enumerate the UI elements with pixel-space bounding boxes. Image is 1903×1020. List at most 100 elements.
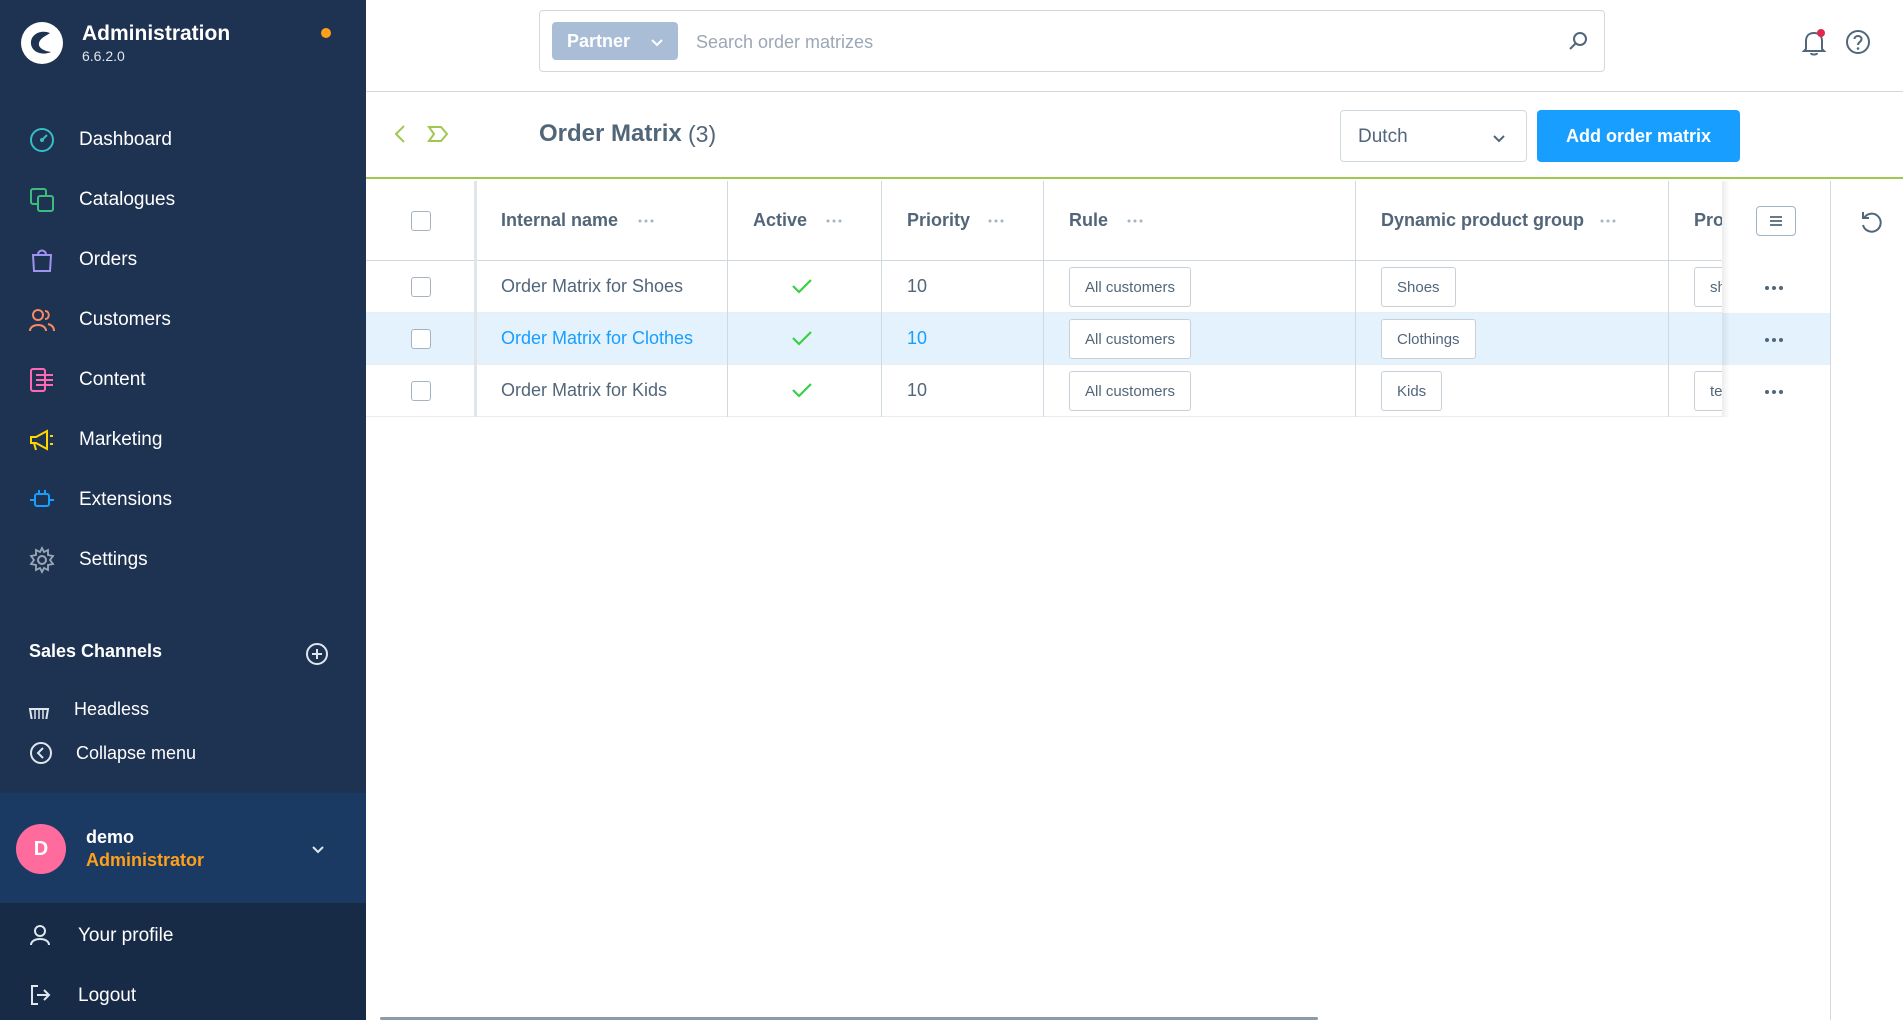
- column-menu-icon[interactable]: [1126, 212, 1144, 230]
- cell-priority: 10: [907, 380, 928, 400]
- sidebar-item-settings[interactable]: Settings: [0, 530, 366, 590]
- customers-icon: [29, 309, 55, 332]
- column-header-rule[interactable]: Rule: [1069, 210, 1108, 231]
- column-menu-icon[interactable]: [825, 212, 843, 230]
- row-actions-icon[interactable]: [1763, 277, 1785, 299]
- user-icon: [30, 925, 50, 946]
- app-root: Administration 6.6.2.0 Dashboard Catalog…: [0, 0, 1903, 1020]
- collapse-menu-button[interactable]: Collapse menu: [0, 734, 366, 774]
- language-label: Dutch: [1358, 126, 1408, 147]
- content-icon: [30, 368, 53, 392]
- column-divider: [1668, 181, 1669, 417]
- sidebar-item-label: Customers: [79, 309, 171, 330]
- sidebar-item-label: Orders: [79, 249, 138, 270]
- search-entity-label: Partner: [567, 31, 631, 51]
- column-header-pro[interactable]: Pro: [1694, 210, 1724, 231]
- orders-icon: [31, 249, 53, 272]
- your-profile-link[interactable]: Your profile: [0, 915, 366, 955]
- row-checkbox[interactable]: [411, 277, 431, 297]
- cell-product-group: Kids: [1381, 371, 1443, 411]
- sidebar-item-content[interactable]: Content: [0, 350, 366, 410]
- smart-bar: Order Matrix (3) Dutch Add order matrix: [366, 92, 1903, 179]
- row-checkbox[interactable]: [411, 381, 431, 401]
- grid-settings-button[interactable]: [1756, 206, 1796, 236]
- add-order-matrix-button[interactable]: Add order matrix: [1537, 110, 1740, 162]
- cell-priority: 10: [907, 328, 928, 348]
- sidebar-item-dashboard[interactable]: Dashboard: [0, 110, 366, 170]
- sidebar-item-label: Settings: [79, 549, 148, 570]
- list-icon: [1770, 216, 1782, 226]
- sales-channel-label: Headless: [74, 699, 150, 719]
- status-dot: [321, 28, 331, 38]
- topbar: Partner: [366, 0, 1903, 92]
- column-divider: [1355, 181, 1356, 417]
- column-header-internal-name[interactable]: Internal name: [501, 210, 618, 231]
- table-row[interactable]: Order Matrix for Kids 10 All customers K…: [366, 365, 1830, 417]
- sales-channels-header: Sales Channels: [29, 641, 163, 661]
- column-divider: [881, 181, 882, 417]
- basket-icon: [28, 708, 50, 719]
- language-switch[interactable]: Dutch: [1340, 110, 1527, 162]
- add-sales-channel-icon[interactable]: [305, 642, 329, 666]
- column-menu-icon[interactable]: [637, 212, 655, 230]
- user-role: Administrator: [86, 850, 205, 870]
- logout-label: Logout: [78, 985, 137, 1006]
- sidebar-item-customers[interactable]: Customers: [0, 290, 366, 350]
- select-all-checkbox[interactable]: [411, 211, 431, 231]
- sidebar: Administration 6.6.2.0 Dashboard Catalog…: [0, 0, 366, 1020]
- sidebar-item-catalogues[interactable]: Catalogues: [0, 170, 366, 230]
- row-actions-icon[interactable]: [1763, 381, 1785, 403]
- cell-priority: 10: [907, 276, 928, 296]
- search-icon[interactable]: [1566, 29, 1590, 53]
- collapse-menu-label: Collapse menu: [76, 743, 197, 763]
- collapse-icon: [30, 742, 52, 764]
- cell-internal-name[interactable]: Order Matrix for Clothes: [501, 328, 693, 349]
- refresh-icon[interactable]: [1857, 208, 1885, 236]
- search-entity-selector[interactable]: Partner: [552, 22, 678, 60]
- page-title: Order Matrix: [539, 120, 682, 147]
- app-title: Administration: [82, 22, 231, 45]
- row-actions-icon[interactable]: [1763, 329, 1785, 351]
- column-header-priority[interactable]: Priority: [907, 210, 970, 231]
- column-header-active[interactable]: Active: [753, 210, 807, 231]
- cell-product-group: Shoes: [1381, 267, 1456, 307]
- chevron-down-icon[interactable]: [309, 840, 327, 858]
- cell-rule: All customers: [1069, 267, 1192, 307]
- user-name: demo: [86, 827, 135, 847]
- table-row[interactable]: Order Matrix for Clothes 10 All customer…: [366, 313, 1830, 365]
- actions-column-shadow: [1722, 181, 1730, 417]
- row-checkbox[interactable]: [411, 329, 431, 349]
- grid-header: Internal name Active Priority Rule Dynam…: [366, 181, 1830, 261]
- column-menu-icon[interactable]: [1599, 212, 1617, 230]
- help-icon[interactable]: [1844, 28, 1872, 56]
- cell-product-group: Clothings: [1381, 319, 1476, 359]
- sidebar-item-marketing[interactable]: Marketing: [0, 410, 366, 470]
- page-count: (3): [688, 121, 717, 147]
- sidebar-item-label: Catalogues: [79, 189, 176, 210]
- chevron-down-icon: [651, 39, 663, 47]
- column-menu-icon[interactable]: [987, 212, 1005, 230]
- sidebar-item-orders[interactable]: Orders: [0, 230, 366, 290]
- back-arrow-icon[interactable]: [391, 122, 409, 146]
- user-panel[interactable]: D demo Administrator: [0, 793, 366, 903]
- checkmark-icon: [792, 331, 812, 346]
- cell-rule: All customers: [1069, 371, 1192, 411]
- sidebar-item-label: Content: [79, 369, 146, 390]
- checkmark-icon: [792, 383, 812, 398]
- cell-internal-name[interactable]: Order Matrix for Kids: [501, 380, 667, 401]
- table-row[interactable]: Order Matrix for Shoes 10 All customers …: [366, 261, 1830, 313]
- sidebar-item-extensions[interactable]: Extensions: [0, 470, 366, 530]
- sidebar-item-label: Dashboard: [79, 129, 172, 150]
- search-input[interactable]: [696, 25, 1496, 59]
- column-header-dynamic-product-group[interactable]: Dynamic product group: [1381, 210, 1584, 231]
- column-divider: [1043, 181, 1044, 417]
- shopware-logo-icon: [21, 22, 63, 64]
- cell-rule: All customers: [1069, 319, 1192, 359]
- sales-channel-item-headless[interactable]: Headless: [26, 697, 326, 719]
- sidebar-item-label: Extensions: [79, 489, 172, 510]
- checkmark-icon: [792, 279, 812, 294]
- cell-internal-name[interactable]: Order Matrix for Shoes: [501, 276, 683, 297]
- app-version: 6.6.2.0: [82, 48, 125, 64]
- logout-link[interactable]: Logout: [0, 975, 366, 1015]
- notification-bell-icon[interactable]: [1799, 27, 1829, 57]
